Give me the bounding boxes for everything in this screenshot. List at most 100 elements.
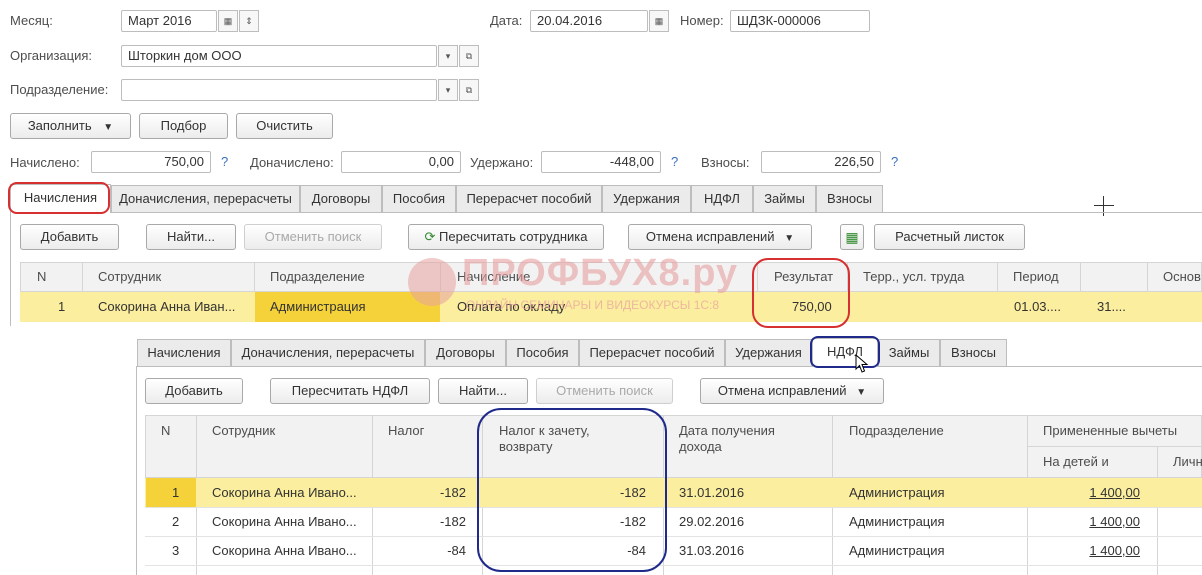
row-n: 1 (172, 485, 180, 500)
row-employee: Сокорина Анна Ивано... (212, 485, 357, 500)
tab-deductions[interactable]: Удержания (602, 185, 691, 212)
column-work-conditions[interactable]: Терр., усл. труда (863, 269, 964, 284)
tab-contracts[interactable]: Договоры (300, 185, 382, 212)
tab-benefits[interactable]: Пособия (506, 339, 579, 366)
help-icon[interactable]: ? (671, 154, 678, 169)
calendar-icon[interactable]: ▦ (218, 10, 238, 32)
tab-benefits-recalc[interactable]: Перерасчет пособий (456, 185, 602, 212)
column-department[interactable]: Подразделение (849, 423, 944, 438)
column-applied-deductions[interactable]: Примененные вычеты (1043, 423, 1177, 438)
row-period-end: 31.... (1097, 299, 1126, 314)
recalc-ndfl-button[interactable]: Пересчитать НДФЛ (270, 378, 430, 404)
row-n: 2 (172, 514, 180, 529)
find-button[interactable]: Найти... (438, 378, 528, 404)
withheld-field[interactable]: -448,00 (541, 151, 661, 173)
extra-accrued-field[interactable]: 0,00 (341, 151, 461, 173)
contributions-label: Взносы: (701, 155, 750, 170)
row-employee: Сокорина Анна Ивано... (212, 514, 357, 529)
open-icon[interactable]: ⧉ (459, 79, 479, 101)
month-label: Месяц: (10, 13, 53, 28)
row-income-date: 31.03.2016 (679, 543, 745, 558)
select-button[interactable]: Подбор (139, 113, 228, 139)
column-tax[interactable]: Налог (388, 423, 424, 438)
month-field[interactable]: Март 2016 (121, 10, 217, 32)
cancel-corrections-button[interactable]: Отмена исправлений ▼ (628, 224, 812, 250)
tab-benefits-recalc[interactable]: Перерасчет пособий (579, 339, 725, 366)
column-department[interactable]: Подразделение (270, 269, 365, 284)
find-button[interactable]: Найти... (146, 224, 236, 250)
tab-benefits[interactable]: Пособия (382, 185, 456, 212)
date-label: Дата: (490, 13, 523, 28)
department-field[interactable] (121, 79, 437, 101)
mouse-pointer-icon (855, 354, 869, 373)
crosshair-cursor-icon (1094, 205, 1114, 206)
table-add-icon[interactable]: ▦ (840, 224, 864, 250)
column-personal-deduction[interactable]: Личн (1173, 454, 1202, 469)
row-divider (145, 536, 1202, 537)
tab-accruals[interactable]: Начисления (10, 184, 111, 213)
row-tax-offset: -182 (619, 514, 646, 529)
tab-contributions[interactable]: Взносы (940, 339, 1007, 366)
column-income-date[interactable]: Дата получения (679, 423, 775, 438)
row-children-deduction-link[interactable]: 1 400,00 (1027, 543, 1140, 558)
tab-extra-accruals[interactable]: Доначисления, перерасчеты (231, 339, 425, 366)
row-divider (145, 565, 1202, 566)
column-n[interactable]: N (37, 269, 46, 284)
accrued-field[interactable]: 750,00 (91, 151, 211, 173)
column-period[interactable]: Период (1013, 269, 1059, 284)
column-income-date-line2: дохода (679, 439, 722, 454)
column-tax-offset[interactable]: Налог к зачету, (499, 423, 590, 438)
clear-button[interactable]: Очистить (236, 113, 333, 139)
row-tax: -182 (439, 514, 466, 529)
calendar-icon[interactable]: ▦ (649, 10, 669, 32)
row-period-start: 01.03.... (1014, 299, 1061, 314)
tab-accruals[interactable]: Начисления (137, 339, 231, 366)
column-n[interactable]: N (161, 423, 170, 438)
add-button[interactable]: Добавить (20, 224, 119, 250)
contributions-field[interactable]: 226,50 (761, 151, 881, 173)
column-result[interactable]: Результат (774, 269, 833, 284)
tab-loans[interactable]: Займы (753, 185, 816, 212)
watermark-logo-icon (408, 258, 456, 306)
tab-contracts[interactable]: Договоры (425, 339, 506, 366)
tab-contributions[interactable]: Взносы (816, 185, 883, 212)
organization-field[interactable]: Шторкин дом ООО (121, 45, 437, 67)
cancel-corrections-button[interactable]: Отмена исправлений ▼ (700, 378, 884, 404)
number-field[interactable]: ШДЗК-000006 (730, 10, 870, 32)
help-icon[interactable]: ? (891, 154, 898, 169)
row-n: 1 (58, 299, 66, 314)
watermark-tagline: ОНЛАЙН СЕМИНАРЫ И ВИДЕОКУРСЫ 1С:8 (466, 298, 720, 312)
column-employee[interactable]: Сотрудник (212, 423, 275, 438)
column-basis[interactable]: Основ (1163, 269, 1201, 284)
open-icon[interactable]: ⧉ (459, 45, 479, 67)
row-tax-offset: -182 (619, 485, 646, 500)
payslip-button[interactable]: Расчетный листок (874, 224, 1025, 250)
row-department: Администрация (849, 514, 945, 529)
row-result: 750,00 (792, 299, 832, 314)
column-employee[interactable]: Сотрудник (98, 269, 161, 284)
tab-extra-accruals[interactable]: Доначисления, перерасчеты (111, 185, 300, 212)
selected-cell[interactable] (146, 478, 196, 507)
date-field[interactable]: 20.04.2016 (530, 10, 648, 32)
row-tax-offset: -84 (627, 543, 646, 558)
row-children-deduction-link[interactable]: 1 400,00 (1027, 485, 1140, 500)
watermark-brand: ПРОФБУХ8.ру (462, 252, 739, 294)
tab-strip-line (10, 212, 1202, 213)
cancel-search-button[interactable]: Отменить поиск (536, 378, 673, 404)
tab-deductions[interactable]: Удержания (725, 339, 812, 366)
help-icon[interactable]: ? (221, 154, 228, 169)
cancel-search-button[interactable]: Отменить поиск (244, 224, 382, 250)
row-n: 3 (172, 543, 180, 558)
tab-loans[interactable]: Займы (878, 339, 940, 366)
add-button[interactable]: Добавить (145, 378, 243, 404)
column-children-deduction[interactable]: На детей и (1043, 454, 1109, 469)
spin-icon[interactable]: ⇕ (239, 10, 259, 32)
row-department: Администрация (849, 543, 945, 558)
recalc-employee-button[interactable]: ⟳ Пересчитать сотрудника (408, 224, 604, 250)
accrued-label: Начислено: (10, 155, 80, 170)
dropdown-icon[interactable]: ▾ (438, 79, 458, 101)
row-children-deduction-link[interactable]: 1 400,00 (1027, 514, 1140, 529)
tab-ndfl[interactable]: НДФЛ (691, 185, 753, 212)
fill-button[interactable]: Заполнить ▼ (10, 113, 131, 139)
dropdown-icon[interactable]: ▾ (438, 45, 458, 67)
